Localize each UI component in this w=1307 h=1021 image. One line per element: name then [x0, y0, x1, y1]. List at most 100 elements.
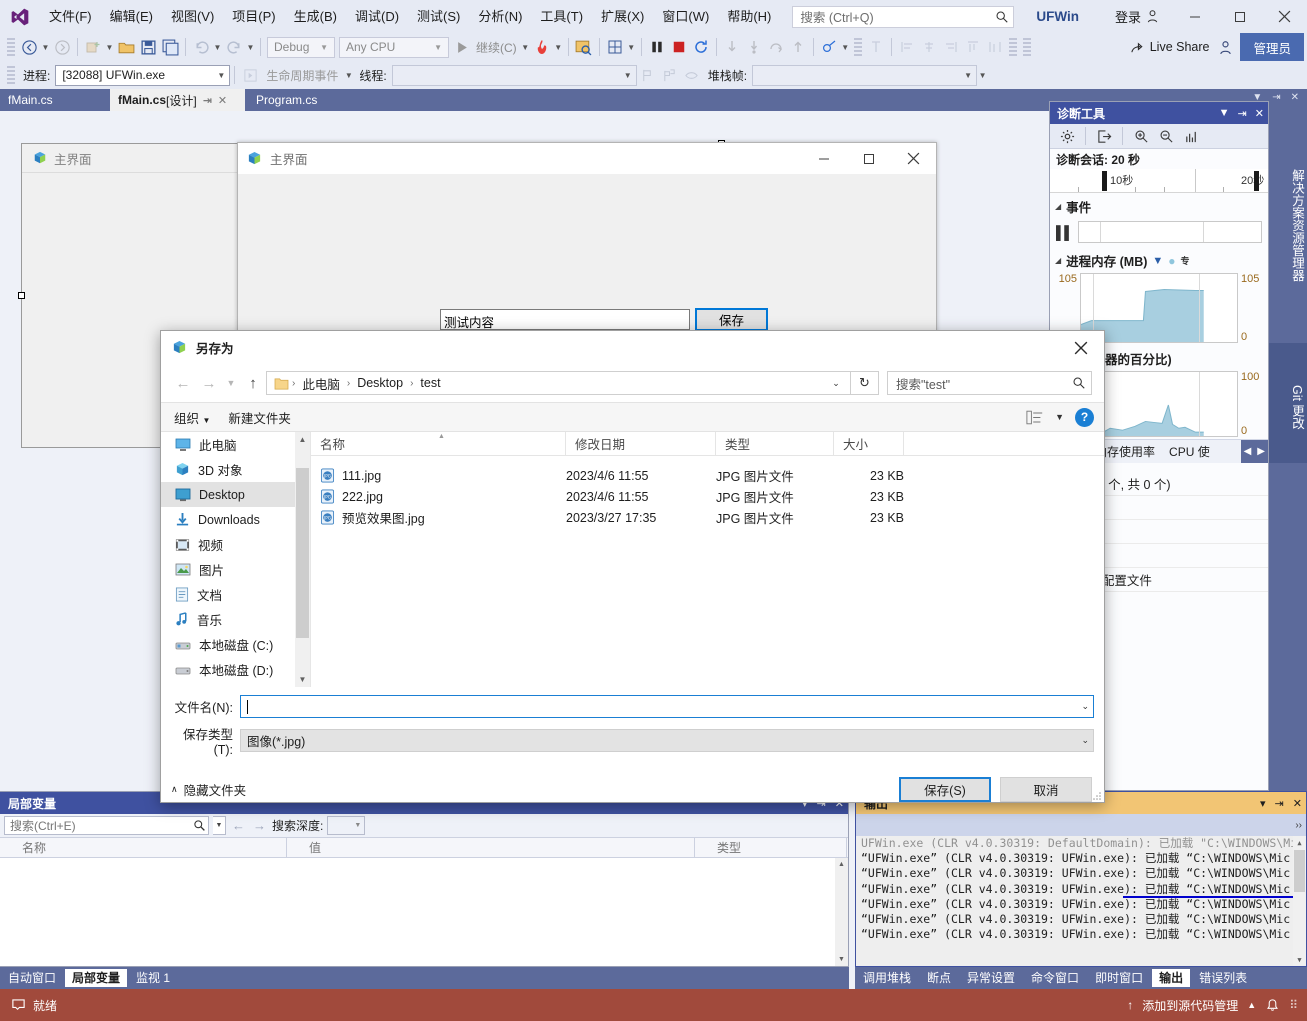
recent-locations-icon[interactable]: ▼ — [222, 370, 240, 396]
step-out-icon[interactable] — [787, 36, 809, 58]
stackframe-combo[interactable]: ▼ — [752, 64, 978, 86]
app-close-button[interactable] — [891, 143, 936, 174]
pause-icon[interactable] — [646, 36, 668, 58]
sidebar-scrollbar[interactable]: ▲ ▼ — [295, 432, 310, 687]
lifecycle-events-icon[interactable] — [239, 64, 261, 86]
close-icon[interactable]: ✕ — [1293, 797, 1302, 810]
sidebar-item-downloads[interactable]: Downloads — [161, 507, 310, 532]
new-project-icon[interactable] — [82, 36, 104, 58]
search-prev-icon[interactable]: ← — [230, 818, 247, 833]
attach-process-icon[interactable] — [573, 36, 595, 58]
column-header-size[interactable]: 大小 — [834, 432, 904, 455]
layout-dropdown-icon[interactable]: ▼ — [626, 36, 637, 58]
tab-breakpoints[interactable]: 断点 — [920, 969, 958, 987]
tab-watch-1[interactable]: 监视 1 — [129, 969, 177, 987]
navigate-forward-icon[interactable] — [51, 36, 73, 58]
stop-icon[interactable] — [668, 36, 690, 58]
sign-in-button[interactable]: 登录 — [1115, 7, 1160, 26]
live-share-button[interactable]: Live Share — [1122, 40, 1218, 55]
output-scrollbar[interactable]: ▲ ▼ — [1293, 836, 1306, 966]
scroll-down-icon[interactable]: ▼ — [1293, 953, 1306, 966]
timeline-marker-start[interactable] — [1102, 171, 1107, 191]
sidebar-item-desktop[interactable]: Desktop — [161, 482, 310, 507]
pin-icon[interactable]: ⇥ — [1275, 797, 1284, 810]
column-header-type[interactable]: 类型 — [695, 838, 847, 857]
redo-icon[interactable] — [223, 36, 245, 58]
layout-icon[interactable] — [604, 36, 626, 58]
output-text-area[interactable]: UFWin.exe (CLR v4.0.30319: DefaultDomain… — [856, 836, 1306, 966]
step-over-arc-icon[interactable] — [765, 36, 787, 58]
navigate-backward-icon[interactable] — [18, 36, 40, 58]
continue-dropdown-icon[interactable]: ▼ — [520, 36, 531, 58]
tab-fmain-cs[interactable]: fMain.cs — [0, 89, 108, 111]
toolbar-grip-3[interactable] — [1008, 38, 1017, 56]
tab-locals[interactable]: 局部变量 — [65, 969, 128, 987]
sidebar-item-documents[interactable]: 文档 — [161, 582, 310, 607]
align-left-icon[interactable] — [896, 36, 918, 58]
save-icon[interactable] — [137, 36, 159, 58]
filename-input[interactable]: ⌄ — [240, 695, 1094, 718]
pin-icon[interactable]: ⇥ — [1238, 107, 1247, 120]
dialog-cancel-button[interactable]: 取消 — [1000, 777, 1092, 802]
hide-folders-toggle[interactable]: ∧ 隐藏文件夹 — [171, 780, 246, 799]
hot-reload-dropdown-icon[interactable]: ▼ — [553, 36, 564, 58]
restart-icon[interactable] — [690, 36, 712, 58]
flag-icon[interactable] — [637, 64, 659, 86]
toolbar-grip-2[interactable] — [853, 38, 862, 56]
tab-autos[interactable]: 自动窗口 — [1, 969, 63, 987]
open-file-icon[interactable] — [115, 36, 137, 58]
sidebar-item-pictures[interactable]: 图片 — [161, 557, 310, 582]
sidebar-item-videos[interactable]: 视频 — [161, 532, 310, 557]
output-overflow-icon[interactable]: ›› — [1295, 820, 1302, 831]
menu-item-view[interactable]: 视图(V) — [162, 0, 223, 33]
scroll-left-icon[interactable]: ◀ — [1241, 446, 1255, 457]
address-breadcrumb-bar[interactable]: › 此电脑 › Desktop › test ⌄ — [266, 371, 851, 395]
tab-immediate-window[interactable]: 即时窗口 — [1088, 969, 1150, 987]
memory-filter-icon[interactable]: ▼ — [1152, 255, 1163, 267]
locals-search-options-icon[interactable]: ▼ — [213, 816, 226, 835]
scroll-down-icon[interactable]: ▼ — [295, 672, 310, 687]
dialog-close-button[interactable] — [1058, 331, 1104, 364]
dialog-save-button[interactable]: 保存(S) — [899, 777, 991, 802]
breadcrumb-this-pc[interactable]: 此电脑 — [298, 374, 344, 393]
tab-output[interactable]: 输出 — [1152, 969, 1191, 987]
locals-scrollbar[interactable]: ▲ ▼ — [835, 858, 848, 966]
save-all-icon[interactable] — [159, 36, 181, 58]
source-control-label[interactable]: 添加到源代码管理 — [1142, 997, 1238, 1014]
align-right-icon[interactable] — [940, 36, 962, 58]
close-icon[interactable]: ✕ — [218, 94, 227, 107]
scroll-down-icon[interactable]: ▼ — [835, 953, 848, 966]
step-into-icon[interactable] — [721, 36, 743, 58]
panel-dropdown-icon[interactable]: ▼ — [1219, 107, 1230, 119]
timeline-marker-end[interactable] — [1254, 171, 1259, 191]
intellitrace-icon[interactable] — [818, 36, 840, 58]
solution-configuration-combo[interactable]: Debug ▼ — [267, 36, 335, 58]
menu-item-window[interactable]: 窗口(W) — [653, 0, 718, 33]
scroll-right-icon[interactable]: ▶ — [1254, 446, 1268, 457]
debug-toolbar-grip[interactable] — [7, 66, 15, 84]
distribute-icon[interactable] — [984, 36, 1006, 58]
tab-fmain-cs-design[interactable]: fMain.cs [设计] ⇥ ✕ — [110, 89, 245, 111]
filetype-select[interactable]: 图像(*.jpg) ⌄ — [240, 729, 1094, 752]
vtab-solution-explorer[interactable]: 解决方案资源管理器 — [1269, 101, 1307, 341]
minimize-button[interactable] — [1172, 0, 1217, 33]
intellitrace-dropdown-icon[interactable]: ▼ — [840, 36, 851, 58]
view-dropdown-icon[interactable]: ▼ — [1055, 412, 1064, 422]
notification-bell-icon[interactable] — [1265, 998, 1280, 1013]
column-header-modified[interactable]: 修改日期 — [566, 432, 716, 455]
export-icon[interactable] — [1093, 125, 1115, 147]
align-center-icon[interactable] — [918, 36, 940, 58]
tab-command-window[interactable]: 命令窗口 — [1024, 969, 1086, 987]
chevron-down-icon[interactable]: ⌄ — [1081, 735, 1089, 746]
source-control-expand-icon[interactable]: ▲ — [1247, 1000, 1256, 1010]
app-minimize-button[interactable] — [801, 143, 846, 174]
panel-dropdown-icon[interactable]: ▾ — [1260, 797, 1266, 810]
menu-item-file[interactable]: 文件(F) — [40, 0, 101, 33]
scroll-up-icon[interactable]: ▲ — [1293, 836, 1306, 849]
file-row[interactable]: JPG 222.jpg 2023/4/6 11:55 JPG 图片文件 23 K… — [311, 486, 1104, 507]
hot-reload-icon[interactable] — [531, 36, 553, 58]
close-icon[interactable]: ✕ — [1255, 107, 1264, 120]
content-textbox[interactable]: 测试内容 — [440, 309, 690, 330]
view-layout-icon[interactable] — [1026, 410, 1044, 425]
toolbar-grip-4[interactable] — [1022, 38, 1031, 56]
